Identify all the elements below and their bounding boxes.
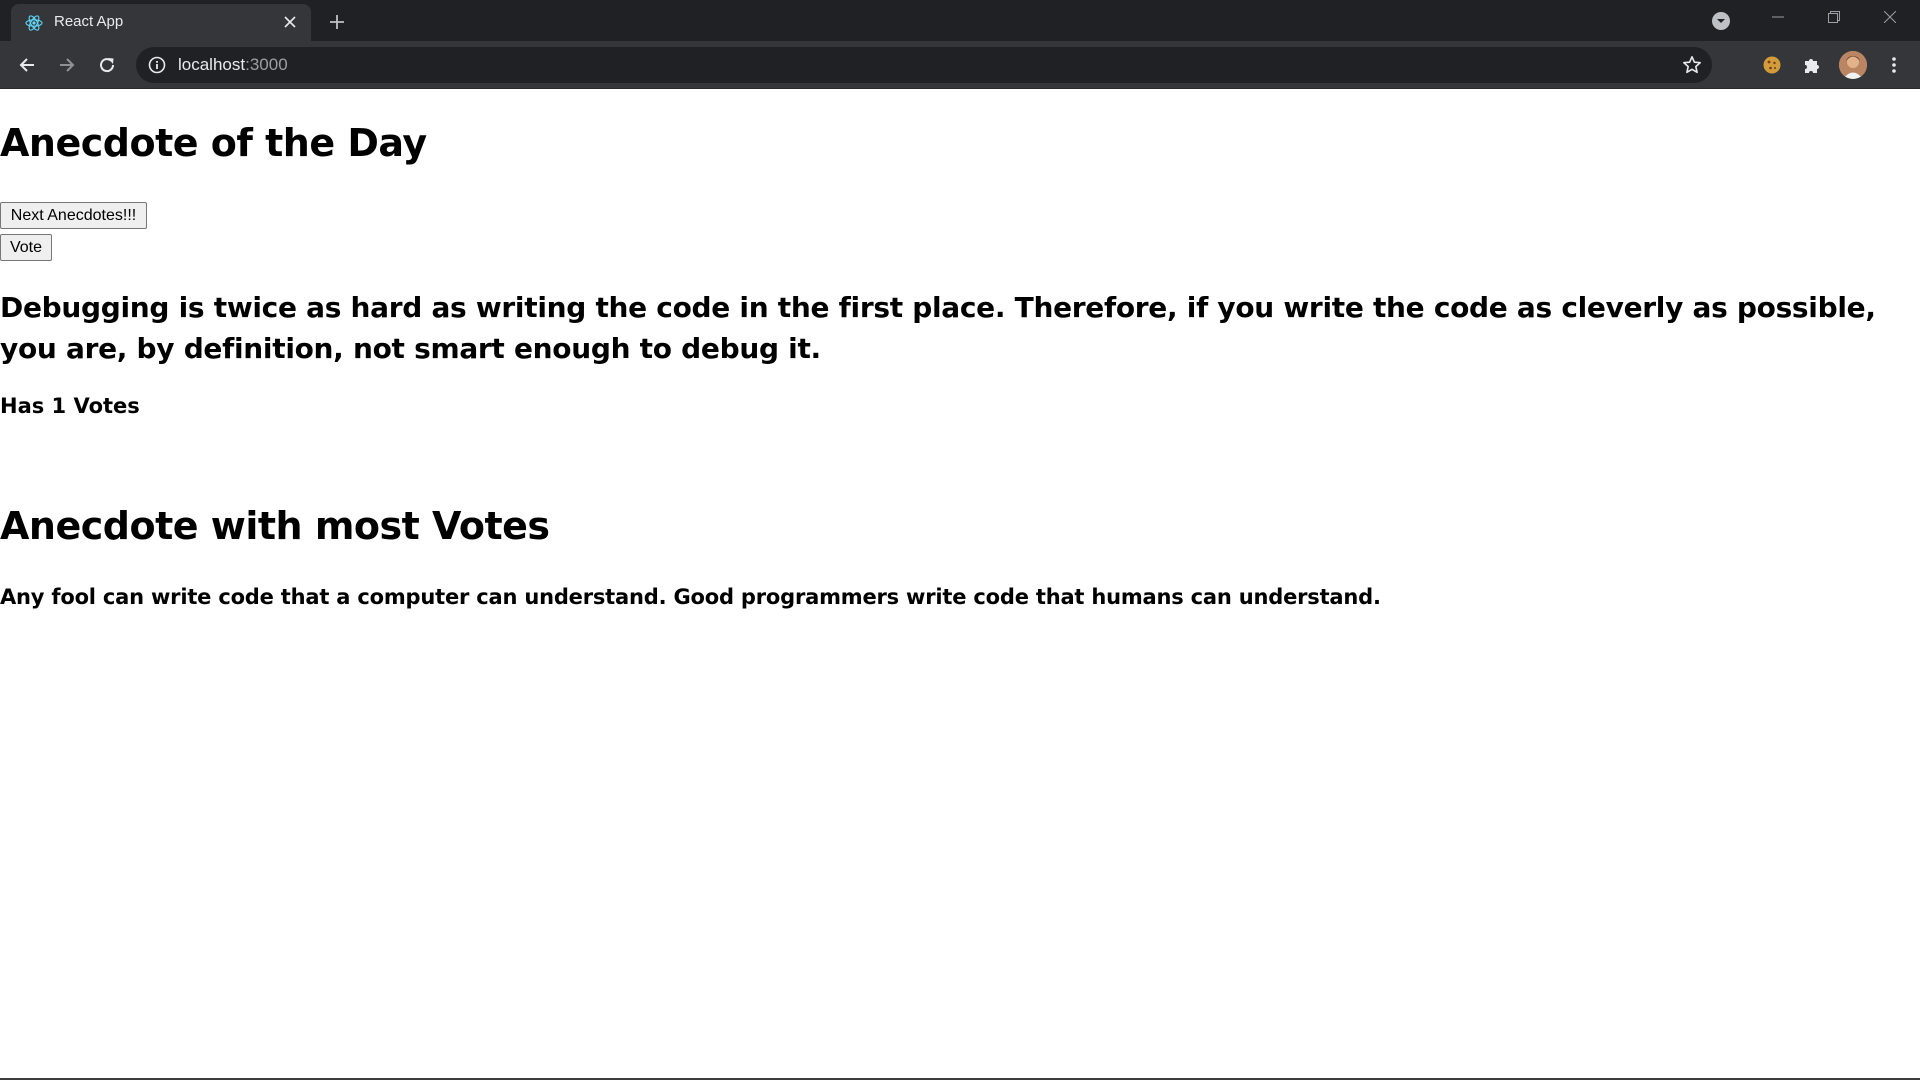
vote-button[interactable]: Vote — [0, 234, 52, 261]
most-votes-anecdote: Any fool can write code that a computer … — [0, 585, 1381, 609]
vote-count: Has 1 Votes — [0, 394, 140, 418]
page-content: Anecdote of the Day Next Anecdotes!!! Vo… — [0, 89, 1920, 1080]
arrow-left-icon[interactable] — [11, 49, 43, 81]
url-port: :3000 — [245, 55, 288, 74]
react-logo-icon — [25, 14, 43, 32]
reload-icon[interactable] — [91, 49, 123, 81]
url-text: localhost:3000 — [178, 55, 288, 75]
restore-icon[interactable] — [1806, 0, 1862, 34]
minimize-icon[interactable] — [1750, 0, 1806, 34]
tab-strip: React App — [0, 0, 1920, 41]
kebab-menu-icon[interactable] — [1880, 51, 1908, 79]
anecdote-text: Debugging is twice as hard as writing th… — [0, 291, 1876, 365]
window-close-icon[interactable] — [1862, 0, 1918, 34]
page-title: Anecdote of the Day — [0, 121, 427, 165]
star-icon[interactable] — [1682, 55, 1702, 75]
arrow-right-icon[interactable] — [51, 49, 83, 81]
most-votes-heading: Anecdote with most Votes — [0, 504, 550, 548]
puzzle-icon[interactable] — [1798, 51, 1826, 79]
browser-tab[interactable]: React App — [11, 4, 311, 41]
url-host: localhost — [178, 55, 246, 74]
plus-icon[interactable] — [325, 10, 349, 34]
avatar[interactable] — [1839, 51, 1867, 79]
cookie-icon[interactable] — [1758, 51, 1786, 79]
chevron-down-circle-icon[interactable] — [1710, 10, 1732, 32]
tab-title: React App — [54, 13, 124, 30]
info-icon[interactable] — [148, 56, 166, 74]
browser-toolbar: localhost:3000 — [0, 41, 1920, 89]
next-anecdote-button[interactable]: Next Anecdotes!!! — [0, 202, 147, 229]
address-bar[interactable]: localhost:3000 — [136, 47, 1712, 83]
close-icon[interactable] — [281, 13, 299, 31]
